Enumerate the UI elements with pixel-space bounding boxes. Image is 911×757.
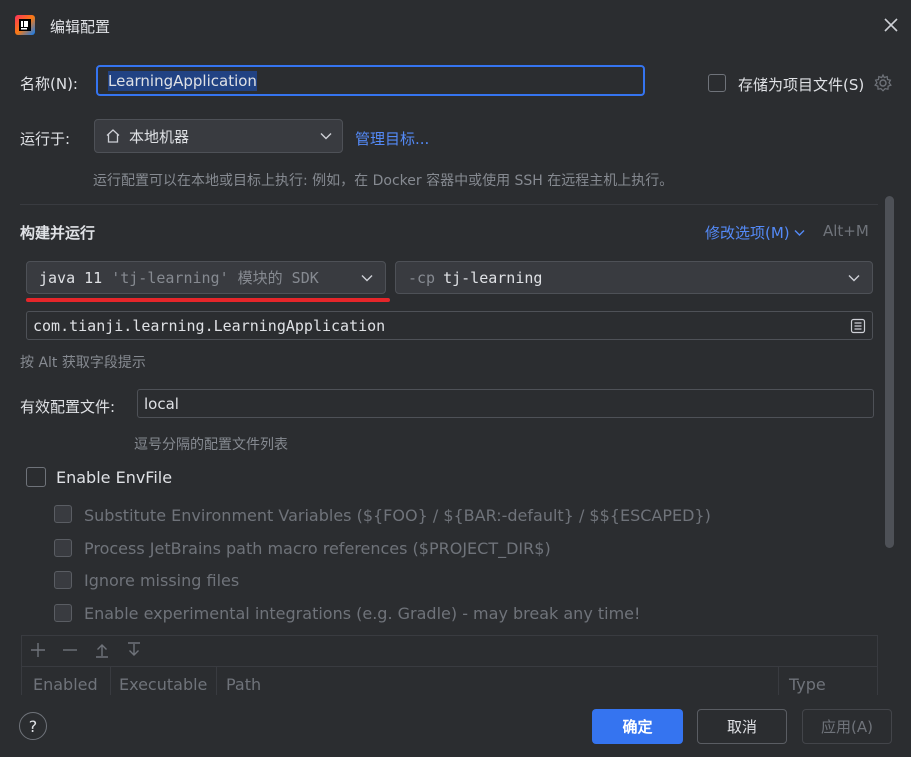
- column-header-type[interactable]: Type: [789, 675, 826, 694]
- jdk-main-value: java 11: [39, 268, 103, 287]
- remove-icon[interactable]: [60, 640, 80, 660]
- gear-icon[interactable]: [873, 73, 893, 93]
- section-divider: [20, 204, 878, 205]
- chevron-down-icon: [794, 229, 805, 236]
- substitute-env-label: Substitute Environment Variables (${FOO}…: [84, 506, 711, 525]
- process-macro-label: Process JetBrains path macro references …: [84, 539, 551, 558]
- run-on-label: 运行于:: [20, 130, 71, 148]
- active-profiles-value: local: [144, 394, 179, 413]
- column-separator: [216, 667, 217, 697]
- vertical-scrollbar[interactable]: [885, 196, 894, 548]
- help-button[interactable]: ?: [19, 712, 47, 740]
- experimental-integrations-label: Enable experimental integrations (e.g. G…: [84, 604, 641, 623]
- active-profiles-input[interactable]: local: [137, 389, 874, 418]
- apply-button[interactable]: 应用(A): [802, 709, 892, 744]
- ignore-missing-label: Ignore missing files: [84, 571, 240, 590]
- home-icon: [106, 129, 120, 143]
- enable-envfile-checkbox[interactable]: [26, 467, 46, 487]
- classpath-value: tj-learning: [443, 268, 543, 287]
- table-header-divider: [22, 666, 878, 667]
- run-on-hint: 运行配置可以在本地或目标上执行: 例如，在 Docker 容器中或使用 SSH …: [93, 173, 674, 189]
- name-input[interactable]: LearningApplication: [96, 65, 645, 96]
- classpath-flag: -cp: [408, 268, 436, 287]
- column-header-path[interactable]: Path: [226, 675, 261, 694]
- active-profiles-hint: 逗号分隔的配置文件列表: [134, 437, 288, 453]
- build-and-run-heading: 构建并运行: [20, 224, 96, 242]
- cancel-button[interactable]: 取消: [697, 709, 787, 744]
- store-as-project-file-checkbox[interactable]: [708, 74, 726, 92]
- modify-options-link[interactable]: 修改选项(M): [705, 222, 805, 243]
- jdk-detail-value: 'tj-learning' 模块的 SDK: [111, 269, 319, 287]
- add-icon[interactable]: [28, 640, 48, 660]
- name-label: 名称(N):: [20, 75, 78, 93]
- store-as-project-file-label: 存储为项目文件(S): [738, 76, 865, 94]
- name-input-value: LearningApplication: [108, 70, 257, 91]
- move-down-icon[interactable]: [124, 640, 144, 660]
- chevron-down-icon: [848, 274, 860, 281]
- alt-field-hint: 按 Alt 获取字段提示: [20, 355, 146, 371]
- close-icon: [884, 18, 898, 32]
- chevron-down-icon: [361, 274, 373, 281]
- process-macro-checkbox[interactable]: [54, 539, 72, 557]
- run-on-value: 本地机器: [129, 127, 190, 146]
- table-toolbar: [28, 640, 144, 660]
- main-class-input[interactable]: com.tianji.learning.LearningApplication: [26, 311, 873, 340]
- run-on-select[interactable]: 本地机器: [94, 119, 343, 153]
- move-up-icon[interactable]: [92, 640, 112, 660]
- main-class-value: com.tianji.learning.LearningApplication: [33, 316, 386, 335]
- enable-envfile-label: Enable EnvFile: [56, 468, 173, 487]
- document-list-icon[interactable]: [850, 318, 866, 334]
- ignore-missing-checkbox[interactable]: [54, 571, 72, 589]
- classpath-select[interactable]: -cp tj-learning: [395, 261, 873, 294]
- column-separator: [110, 667, 111, 697]
- manage-targets-link[interactable]: 管理目标...: [355, 128, 429, 149]
- ok-button[interactable]: 确定: [592, 709, 683, 744]
- jdk-select[interactable]: java 11 'tj-learning' 模块的 SDK: [26, 261, 386, 294]
- chevron-down-icon: [320, 133, 332, 140]
- close-button[interactable]: [878, 12, 904, 38]
- modify-options-label: 修改选项(M): [705, 224, 790, 242]
- substitute-env-checkbox[interactable]: [54, 505, 72, 523]
- column-separator: [778, 667, 779, 697]
- column-header-enabled[interactable]: Enabled: [33, 675, 98, 694]
- red-annotation-underline: [26, 298, 390, 302]
- intellij-app-icon: [14, 14, 36, 36]
- experimental-integrations-checkbox[interactable]: [54, 604, 72, 622]
- column-header-executable[interactable]: Executable: [119, 675, 207, 694]
- active-profiles-label: 有效配置文件:: [20, 398, 116, 416]
- dialog-title: 编辑配置: [50, 18, 111, 36]
- modify-options-shortcut: Alt+M: [823, 222, 869, 240]
